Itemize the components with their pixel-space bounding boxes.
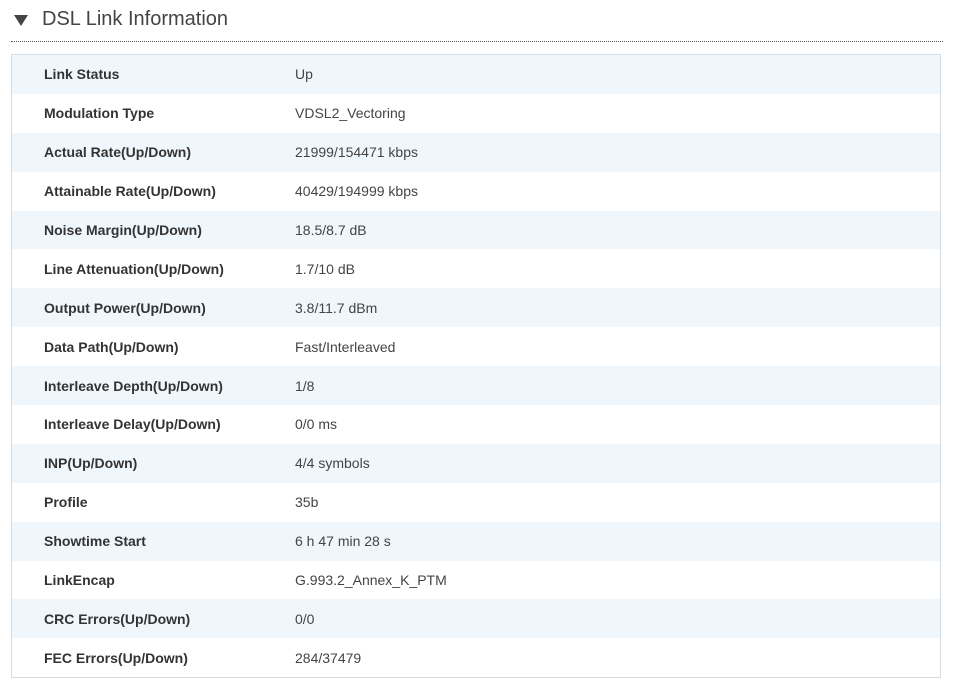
table-row: Interleave Delay(Up/Down) 0/0 ms bbox=[12, 405, 940, 444]
section-title: DSL Link Information bbox=[42, 8, 229, 30]
row-label: CRC Errors(Up/Down) bbox=[44, 610, 191, 627]
row-value: 3.8/11.7 dBm bbox=[295, 299, 378, 316]
row-value: 1/8 bbox=[295, 377, 315, 394]
table-row: Data Path(Up/Down) Fast/Interleaved bbox=[12, 327, 940, 367]
table-row: Profile 35b bbox=[12, 482, 940, 522]
table-row: Actual Rate(Up/Down) 21999/154471 kbps bbox=[12, 132, 940, 172]
triangle-down-icon[interactable] bbox=[14, 15, 28, 26]
row-value: G.993.2_Annex_K_PTM bbox=[295, 572, 447, 589]
table-row: CRC Errors(Up/Down) 0/0 bbox=[12, 599, 940, 639]
row-label: FEC Errors(Up/Down) bbox=[44, 649, 188, 666]
row-label: Profile bbox=[44, 494, 88, 511]
row-label: LinkEncap bbox=[44, 572, 115, 589]
table-row: INP(Up/Down) 4/4 symbols bbox=[12, 443, 940, 483]
row-value: 1.7/10 dB bbox=[295, 260, 355, 277]
row-value: VDSL2_Vectoring bbox=[295, 105, 406, 122]
row-value: 21999/154471 kbps bbox=[295, 144, 418, 161]
table-row: FEC Errors(Up/Down) 284/37479 bbox=[12, 638, 940, 678]
row-value: 35b bbox=[295, 494, 319, 511]
section-header-dsl-link-information[interactable]: DSL Link Information bbox=[11, 0, 943, 42]
row-label: Output Power(Up/Down) bbox=[44, 299, 206, 316]
row-value: 40429/194999 kbps bbox=[295, 183, 418, 200]
table-row: Noise Margin(Up/Down) 18.5/8.7 dB bbox=[12, 210, 940, 250]
table-row: LinkEncap G.993.2_Annex_K_PTM bbox=[12, 560, 940, 600]
row-label: Interleave Delay(Up/Down) bbox=[44, 416, 221, 433]
table-row: Showtime Start 6 h 47 min 28 s bbox=[12, 521, 940, 561]
row-label: Interleave Depth(Up/Down) bbox=[44, 377, 223, 394]
table-row: Interleave Depth(Up/Down) 1/8 bbox=[12, 366, 940, 406]
row-value: 0/0 ms bbox=[295, 416, 338, 433]
table-row: Line Attenuation(Up/Down) 1.7/10 dB bbox=[12, 249, 940, 289]
row-value: Up bbox=[295, 66, 313, 83]
row-value: 0/0 bbox=[295, 610, 315, 627]
row-value: 284/37479 bbox=[295, 649, 362, 666]
table-row: Link Status Up bbox=[12, 55, 940, 94]
row-label: Line Attenuation(Up/Down) bbox=[44, 260, 224, 277]
dsl-info-table: Link Status Up Modulation Type VDSL2_Vec… bbox=[11, 54, 941, 679]
row-label: Link Status bbox=[44, 66, 120, 83]
row-label: Actual Rate(Up/Down) bbox=[44, 144, 191, 161]
table-row: Attainable Rate(Up/Down) 40429/194999 kb… bbox=[12, 171, 940, 211]
row-value: Fast/Interleaved bbox=[295, 338, 396, 355]
row-value: 4/4 symbols bbox=[295, 455, 370, 472]
row-value: 18.5/8.7 dB bbox=[295, 222, 367, 238]
row-value: 6 h 47 min 28 s bbox=[295, 533, 391, 550]
row-label: INP(Up/Down) bbox=[44, 455, 138, 472]
row-label: Data Path(Up/Down) bbox=[44, 338, 179, 355]
table-row: Modulation Type VDSL2_Vectoring bbox=[12, 93, 940, 133]
row-label: Attainable Rate(Up/Down) bbox=[44, 183, 216, 200]
table-row: Output Power(Up/Down) 3.8/11.7 dBm bbox=[12, 288, 940, 328]
row-label: Showtime Start bbox=[44, 533, 146, 550]
row-label: Noise Margin(Up/Down) bbox=[44, 222, 202, 238]
row-label: Modulation Type bbox=[44, 105, 155, 122]
